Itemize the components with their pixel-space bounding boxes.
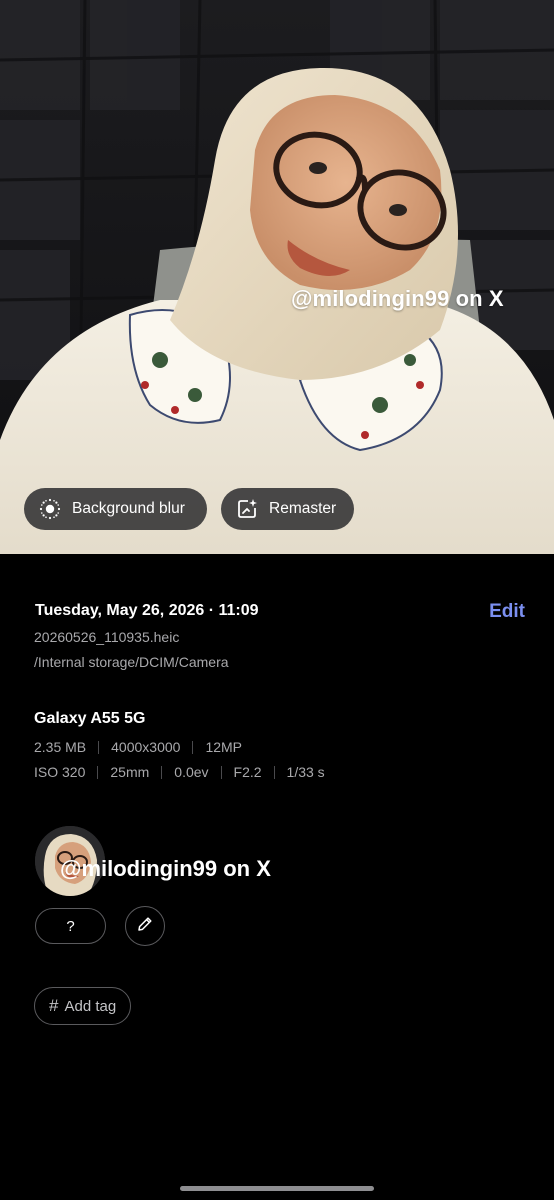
- background-blur-button[interactable]: Background blur: [24, 488, 207, 530]
- person-name: @milodingin99 on X: [60, 856, 271, 881]
- photo-watermark: @milodingin99 on X: [291, 286, 504, 311]
- resolution: 4000x3000: [111, 739, 181, 755]
- remaster-label: Remaster: [269, 500, 337, 517]
- focal-length: 25mm: [110, 764, 150, 780]
- pencil-icon: [136, 915, 154, 938]
- add-tag-label: Add tag: [64, 997, 117, 1015]
- divider: [161, 765, 163, 779]
- selfie-photo: [0, 0, 554, 554]
- iso: ISO 320: [34, 764, 86, 780]
- date-row: Tuesday, May 26, 2026 · 11:09 Edit: [35, 599, 525, 623]
- add-tag-button[interactable]: # Add tag: [34, 987, 132, 1025]
- divider: [97, 765, 99, 779]
- shutter-speed: 1/33 s: [286, 764, 325, 780]
- home-indicator[interactable]: [180, 1186, 374, 1191]
- divider: [98, 740, 100, 754]
- remaster-button[interactable]: Remaster: [221, 488, 354, 530]
- exposure-value: 0.0ev: [174, 764, 209, 780]
- edit-person-button[interactable]: [125, 906, 165, 946]
- background-blur-label: Background blur: [72, 500, 185, 517]
- file-specs-row: 2.35 MB 4000x3000 12MP: [34, 739, 242, 755]
- divider: [192, 740, 194, 754]
- capture-date: Tuesday, May 26, 2026 · 11:09: [35, 602, 259, 619]
- file-size: 2.35 MB: [34, 739, 87, 755]
- device-name: Galaxy A55 5G: [34, 710, 146, 727]
- hash-icon: #: [49, 996, 59, 1015]
- divider: [220, 765, 222, 779]
- background-blur-icon: [38, 497, 62, 521]
- divider: [273, 765, 275, 779]
- aperture: F2.2: [233, 764, 262, 780]
- photo-viewer[interactable]: @milodingin99 on X Background blur Remas…: [0, 0, 554, 554]
- remaster-sparkle-icon: [235, 497, 259, 521]
- file-name: 20260526_110935.heic: [34, 629, 180, 645]
- edit-details-button[interactable]: Edit: [489, 601, 525, 623]
- exposure-specs-row: ISO 320 25mm 0.0ev F2.2 1/33 s: [34, 764, 325, 780]
- megapixels: 12MP: [205, 739, 243, 755]
- file-path: /Internal storage/DCIM/Camera: [34, 654, 229, 670]
- unknown-person-button[interactable]: ?: [35, 908, 106, 944]
